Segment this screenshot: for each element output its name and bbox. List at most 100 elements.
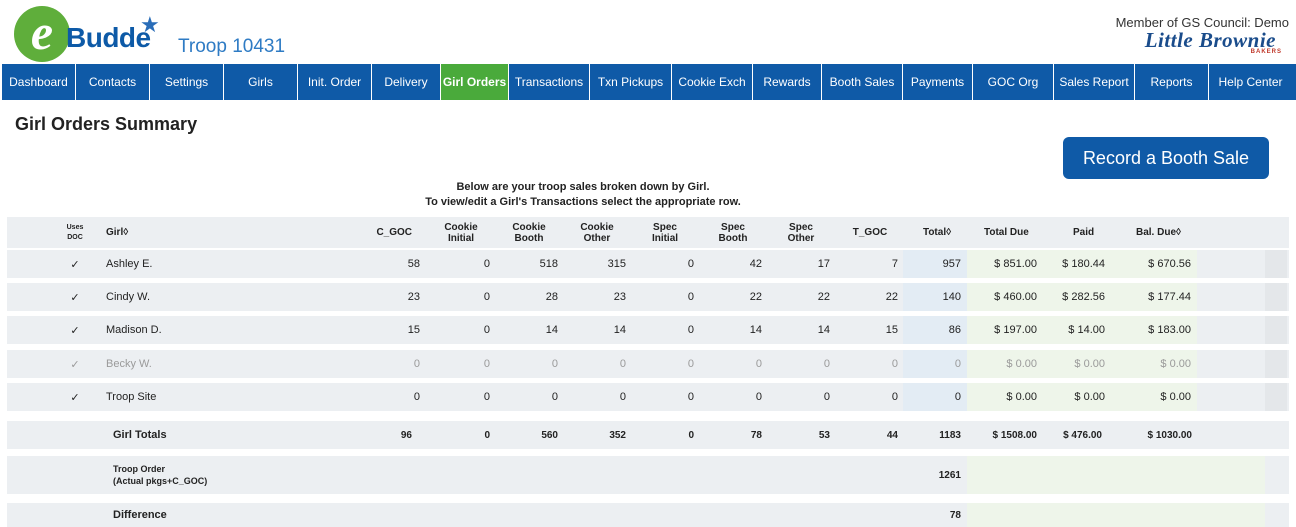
totals-cookie-other: 352 [609, 429, 626, 441]
cell-t-goc: 15 [885, 324, 898, 336]
col-cookie-initial-line1: Cookie [444, 221, 478, 233]
nav-item-rewards[interactable]: Rewards [753, 64, 822, 100]
girl-name: Troop Site [106, 391, 157, 403]
cell-bal-due: $ 670.56 [1113, 250, 1197, 278]
nav-item-sales-report[interactable]: Sales Report [1054, 64, 1135, 100]
uses-doc-check-icon: ✓ [70, 291, 80, 304]
nav-item-settings[interactable]: Settings [150, 64, 224, 100]
cell-total: 0 [903, 383, 967, 411]
nav-item-goc-org[interactable]: GOC Org [973, 64, 1054, 100]
cell-cb: 0 [551, 391, 558, 403]
table-header-row: Uses DOC Girl◊ C_GOC Cookie Initial Cook… [7, 217, 1289, 248]
cell-sb: 42 [749, 258, 762, 270]
cell-c-goc: 0 [413, 358, 420, 370]
cell-ci: 0 [483, 391, 490, 403]
logo-e-mark: e [14, 6, 70, 62]
uses-doc-check-icon: ✓ [70, 258, 80, 271]
nav-item-txn-pickups[interactable]: Txn Pickups [590, 64, 672, 100]
totals-spec-booth: 78 [750, 429, 762, 441]
col-cookie-booth: Cookie Booth [500, 217, 558, 248]
cell-cb: 14 [545, 324, 558, 336]
cell-total-due: $ 197.00 [967, 316, 1045, 344]
girl-totals-row: Girl Totals 96 0 560 352 0 78 53 44 1183… [7, 421, 1289, 449]
cell-c-goc: 15 [407, 324, 420, 336]
nav-item-contacts[interactable]: Contacts [76, 64, 150, 100]
nav-item-girl-orders[interactable]: Girl Orders [441, 64, 509, 100]
nav-item-reports[interactable]: Reports [1135, 64, 1209, 100]
cell-co: 0 [619, 391, 626, 403]
uses-doc-check-icon: ✓ [70, 358, 80, 371]
cell-t-goc: 0 [891, 391, 898, 403]
cell-sb: 22 [749, 291, 762, 303]
cell-bal-due: $ 0.00 [1113, 350, 1197, 378]
difference-row: Difference 78 [7, 503, 1289, 527]
girl-name: Ashley E. [106, 258, 153, 270]
col-spec-other-line1: Spec [789, 221, 813, 233]
col-cookie-other-line1: Cookie [580, 221, 614, 233]
cell-total: 0 [903, 350, 967, 378]
nav-item-payments[interactable]: Payments [903, 64, 973, 100]
col-uses-doc-line1: Uses [66, 223, 84, 231]
cell-c-goc: 23 [407, 291, 420, 303]
table-row[interactable]: ✓ Cindy W. 23 0 28 23 0 22 22 22 140 $ 460.00 $ 282.… [7, 283, 1289, 311]
record-booth-sale-button[interactable]: Record a Booth Sale [1063, 137, 1269, 179]
cell-so: 22 [817, 291, 830, 303]
cell-co: 14 [613, 324, 626, 336]
table-row[interactable]: ✓ Ashley E. 58 0 518 315 0 42 17 7 957 $ 851.00 $ 18… [7, 250, 1289, 278]
nav-item-girls[interactable]: Girls [224, 64, 298, 100]
difference-fill [967, 503, 1265, 527]
nav-item-delivery[interactable]: Delivery [372, 64, 441, 100]
row-end-stub [1265, 350, 1287, 378]
cell-so: 14 [817, 324, 830, 336]
nav-item-dashboard[interactable]: Dashboard [2, 64, 76, 100]
row-end-stub [1265, 250, 1287, 278]
cell-total: 957 [903, 250, 967, 278]
col-total[interactable]: Total◊ [907, 217, 967, 248]
totals-cookie-booth: 560 [541, 429, 558, 441]
ebudde-logo[interactable]: e Budde ★ [14, 6, 174, 62]
cell-si: 0 [687, 391, 694, 403]
girl-name: Becky W. [106, 358, 152, 370]
col-girl[interactable]: Girl◊ [106, 217, 186, 248]
page-title: Girl Orders Summary [15, 114, 198, 134]
nav-item-booth-sales[interactable]: Booth Sales [822, 64, 903, 100]
totals-bal-due: $ 1030.00 [1147, 429, 1193, 441]
col-cookie-initial: Cookie Initial [432, 217, 490, 248]
cell-cb: 0 [551, 358, 558, 370]
cell-si: 0 [687, 291, 694, 303]
main-nav: Dashboard Contacts Settings Girls Init. Orde… [2, 64, 1296, 100]
bakers-label: BAKERS [1250, 49, 1282, 55]
col-cookie-other-line2: Other [583, 232, 611, 244]
cell-total: 86 [903, 316, 967, 344]
troop-order-fill [967, 456, 1265, 494]
col-t-goc: T_GOC [852, 227, 888, 238]
table-row[interactable]: ✓ Troop Site 0 0 0 0 0 0 0 0 0 $ 0.00 $ 0.00 $ 0.00 [7, 383, 1289, 411]
col-cookie-booth-line1: Cookie [512, 221, 546, 233]
cell-t-goc: 22 [885, 291, 898, 303]
nav-item-cookie-exch[interactable]: Cookie Exch [672, 64, 753, 100]
cell-si: 0 [687, 258, 694, 270]
col-spec-other-line2: Other [787, 232, 815, 244]
troop-order-label: Troop Order (Actual pkgs+C_GOC) [113, 456, 313, 494]
col-spec-booth-line2: Booth [718, 232, 748, 244]
nav-item-transactions[interactable]: Transactions [509, 64, 590, 100]
star-icon: ★ [140, 12, 160, 37]
cell-paid: $ 0.00 [1045, 350, 1113, 378]
table-row[interactable]: ✓ Madison D. 15 0 14 14 0 14 14 15 86 $ 197.00 $ 14.… [7, 316, 1289, 344]
difference-total: 78 [949, 509, 961, 521]
logo-wordmark: Budde [66, 22, 151, 53]
table-row[interactable]: ✓ Becky W. 0 0 0 0 0 0 0 0 0 $ 0.00 $ 0.00 $ 0.00 [7, 350, 1289, 378]
totals-total: 1183 [939, 429, 961, 441]
nav-item-help-center[interactable]: Help Center [1209, 64, 1292, 100]
col-bal-due[interactable]: Bal. Due◊ [1136, 217, 1206, 248]
row-end-stub [1265, 316, 1287, 344]
uses-doc-check-icon: ✓ [70, 391, 80, 404]
cell-bal-due: $ 0.00 [1113, 383, 1197, 411]
col-paid: Paid [1073, 227, 1095, 238]
troop-name: Troop 10431 [178, 36, 286, 57]
cell-t-goc: 7 [891, 258, 898, 270]
cell-sb: 0 [755, 391, 762, 403]
nav-item-init-order[interactable]: Init. Order [298, 64, 372, 100]
girl-name: Cindy W. [106, 291, 151, 303]
row-end-stub [1265, 283, 1287, 311]
